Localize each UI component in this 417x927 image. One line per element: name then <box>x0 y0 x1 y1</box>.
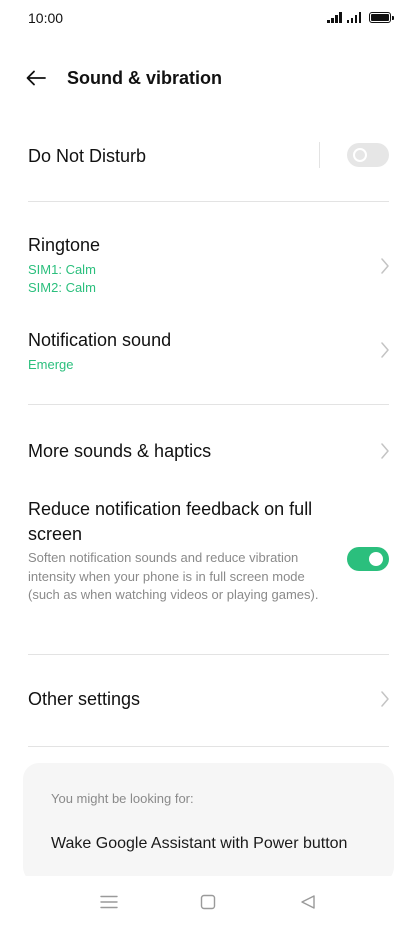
notification-sound-label: Notification sound <box>28 330 172 350</box>
divider <box>28 654 389 655</box>
chevron-right-icon <box>381 443 389 459</box>
status-bar: 10:00 <box>0 0 417 38</box>
status-icons <box>327 11 394 23</box>
menu-nav-button[interactable] <box>94 890 124 914</box>
chevron-right-icon <box>381 691 389 707</box>
more-sounds-haptics-row[interactable]: More sounds & haptics <box>0 428 417 474</box>
toggle-knob <box>353 148 367 162</box>
ringtone-sim2-value: SIM2: Calm <box>28 280 96 295</box>
back-triangle-icon <box>301 895 315 909</box>
back-arrow-icon <box>26 70 46 86</box>
notification-sound-value: Emerge <box>28 357 74 372</box>
ringtone-label: Ringtone <box>28 235 101 255</box>
suggestions-card: You might be looking for: Wake Google As… <box>23 763 394 883</box>
other-settings-label: Other settings <box>28 689 141 709</box>
suggestion-item[interactable]: Wake Google Assistant with Power button <box>51 835 347 853</box>
do-not-disturb-label: Do Not Disturb <box>28 146 147 166</box>
home-nav-button[interactable] <box>193 890 223 914</box>
ringtone-row[interactable]: Ringtone SIM1: Calm SIM2: Calm <box>0 226 417 304</box>
chevron-right-icon <box>381 258 389 274</box>
signal-icon-sim2 <box>346 11 361 23</box>
more-sounds-haptics-label: More sounds & haptics <box>28 441 212 461</box>
divider <box>28 201 389 202</box>
vertical-separator <box>319 142 320 168</box>
toggle-knob <box>369 552 383 566</box>
notification-sound-row[interactable]: Notification sound Emerge <box>0 322 417 378</box>
back-button[interactable] <box>20 62 52 94</box>
chevron-right-icon <box>381 342 389 358</box>
ringtone-sim1-value: SIM1: Calm <box>28 262 96 277</box>
divider <box>28 746 389 747</box>
other-settings-row[interactable]: Other settings <box>0 678 417 724</box>
reduce-feedback-label: Reduce notification feedback on full scr… <box>28 499 313 544</box>
reduce-feedback-description: Soften notification sounds and reduce vi… <box>28 550 319 602</box>
signal-icon-sim1 <box>327 11 342 23</box>
divider <box>28 404 389 405</box>
reduce-feedback-toggle[interactable] <box>347 547 389 571</box>
do-not-disturb-toggle[interactable] <box>347 143 389 167</box>
app-header: Sound & vibration <box>0 60 417 96</box>
battery-icon <box>369 12 394 23</box>
navigation-bar <box>0 876 417 927</box>
page-title: Sound & vibration <box>67 68 222 88</box>
status-time: 10:00 <box>28 10 64 26</box>
back-nav-button[interactable] <box>293 890 323 914</box>
home-square-icon <box>200 894 216 910</box>
suggestions-heading: You might be looking for: <box>51 791 194 806</box>
menu-icon <box>100 895 118 909</box>
